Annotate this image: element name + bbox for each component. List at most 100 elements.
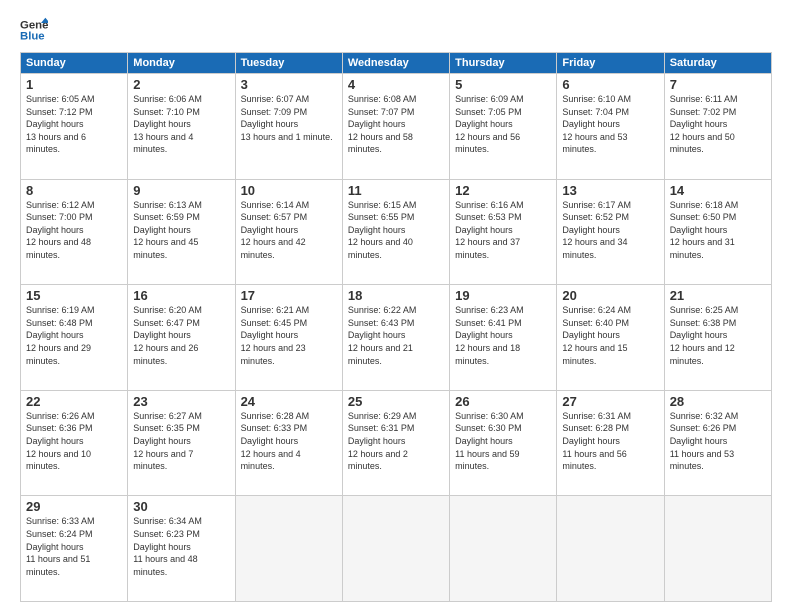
- day-info: Sunrise: 6:07 AMSunset: 7:09 PMDaylight …: [241, 93, 337, 143]
- calendar-day: 26 Sunrise: 6:30 AMSunset: 6:30 PMDaylig…: [450, 390, 557, 496]
- day-number: 14: [670, 183, 766, 198]
- calendar-week-2: 8 Sunrise: 6:12 AMSunset: 7:00 PMDayligh…: [21, 179, 772, 285]
- day-number: 26: [455, 394, 551, 409]
- day-info: Sunrise: 6:18 AMSunset: 6:50 PMDaylight …: [670, 199, 766, 262]
- day-info: Sunrise: 6:17 AMSunset: 6:52 PMDaylight …: [562, 199, 658, 262]
- day-info: Sunrise: 6:19 AMSunset: 6:48 PMDaylight …: [26, 304, 122, 367]
- day-number: 15: [26, 288, 122, 303]
- day-number: 3: [241, 77, 337, 92]
- day-number: 1: [26, 77, 122, 92]
- calendar-day: 15 Sunrise: 6:19 AMSunset: 6:48 PMDaylig…: [21, 285, 128, 391]
- day-number: 17: [241, 288, 337, 303]
- calendar-day: 12 Sunrise: 6:16 AMSunset: 6:53 PMDaylig…: [450, 179, 557, 285]
- calendar-header-sunday: Sunday: [21, 53, 128, 74]
- calendar-week-3: 15 Sunrise: 6:19 AMSunset: 6:48 PMDaylig…: [21, 285, 772, 391]
- calendar-day: 21 Sunrise: 6:25 AMSunset: 6:38 PMDaylig…: [664, 285, 771, 391]
- day-info: Sunrise: 6:16 AMSunset: 6:53 PMDaylight …: [455, 199, 551, 262]
- calendar-day: [557, 496, 664, 602]
- calendar-header-thursday: Thursday: [450, 53, 557, 74]
- day-number: 12: [455, 183, 551, 198]
- calendar-day: 6 Sunrise: 6:10 AMSunset: 7:04 PMDayligh…: [557, 74, 664, 180]
- day-info: Sunrise: 6:23 AMSunset: 6:41 PMDaylight …: [455, 304, 551, 367]
- calendar-day: 4 Sunrise: 6:08 AMSunset: 7:07 PMDayligh…: [342, 74, 449, 180]
- calendar-day: [342, 496, 449, 602]
- day-number: 20: [562, 288, 658, 303]
- calendar-header-tuesday: Tuesday: [235, 53, 342, 74]
- day-info: Sunrise: 6:08 AMSunset: 7:07 PMDaylight …: [348, 93, 444, 156]
- day-info: Sunrise: 6:14 AMSunset: 6:57 PMDaylight …: [241, 199, 337, 262]
- calendar-day: 9 Sunrise: 6:13 AMSunset: 6:59 PMDayligh…: [128, 179, 235, 285]
- calendar-day: 30 Sunrise: 6:34 AMSunset: 6:23 PMDaylig…: [128, 496, 235, 602]
- calendar-header-monday: Monday: [128, 53, 235, 74]
- calendar-header-saturday: Saturday: [664, 53, 771, 74]
- day-number: 29: [26, 499, 122, 514]
- day-info: Sunrise: 6:34 AMSunset: 6:23 PMDaylight …: [133, 515, 229, 578]
- day-info: Sunrise: 6:29 AMSunset: 6:31 PMDaylight …: [348, 410, 444, 473]
- calendar-day: 22 Sunrise: 6:26 AMSunset: 6:36 PMDaylig…: [21, 390, 128, 496]
- calendar-day: 3 Sunrise: 6:07 AMSunset: 7:09 PMDayligh…: [235, 74, 342, 180]
- calendar-day: 17 Sunrise: 6:21 AMSunset: 6:45 PMDaylig…: [235, 285, 342, 391]
- calendar-day: 10 Sunrise: 6:14 AMSunset: 6:57 PMDaylig…: [235, 179, 342, 285]
- calendar-day: 2 Sunrise: 6:06 AMSunset: 7:10 PMDayligh…: [128, 74, 235, 180]
- day-number: 24: [241, 394, 337, 409]
- day-number: 2: [133, 77, 229, 92]
- day-info: Sunrise: 6:05 AMSunset: 7:12 PMDaylight …: [26, 93, 122, 156]
- day-number: 21: [670, 288, 766, 303]
- day-info: Sunrise: 6:15 AMSunset: 6:55 PMDaylight …: [348, 199, 444, 262]
- calendar-day: 11 Sunrise: 6:15 AMSunset: 6:55 PMDaylig…: [342, 179, 449, 285]
- calendar-day: 14 Sunrise: 6:18 AMSunset: 6:50 PMDaylig…: [664, 179, 771, 285]
- calendar-day: 5 Sunrise: 6:09 AMSunset: 7:05 PMDayligh…: [450, 74, 557, 180]
- day-number: 8: [26, 183, 122, 198]
- day-number: 25: [348, 394, 444, 409]
- calendar-day: 24 Sunrise: 6:28 AMSunset: 6:33 PMDaylig…: [235, 390, 342, 496]
- day-number: 23: [133, 394, 229, 409]
- day-info: Sunrise: 6:31 AMSunset: 6:28 PMDaylight …: [562, 410, 658, 473]
- calendar-header-row: SundayMondayTuesdayWednesdayThursdayFrid…: [21, 53, 772, 74]
- calendar-day: 25 Sunrise: 6:29 AMSunset: 6:31 PMDaylig…: [342, 390, 449, 496]
- calendar-day: 13 Sunrise: 6:17 AMSunset: 6:52 PMDaylig…: [557, 179, 664, 285]
- day-info: Sunrise: 6:13 AMSunset: 6:59 PMDaylight …: [133, 199, 229, 262]
- day-number: 10: [241, 183, 337, 198]
- day-info: Sunrise: 6:24 AMSunset: 6:40 PMDaylight …: [562, 304, 658, 367]
- calendar-day: 7 Sunrise: 6:11 AMSunset: 7:02 PMDayligh…: [664, 74, 771, 180]
- day-number: 6: [562, 77, 658, 92]
- day-info: Sunrise: 6:26 AMSunset: 6:36 PMDaylight …: [26, 410, 122, 473]
- day-info: Sunrise: 6:06 AMSunset: 7:10 PMDaylight …: [133, 93, 229, 156]
- day-info: Sunrise: 6:11 AMSunset: 7:02 PMDaylight …: [670, 93, 766, 156]
- calendar-week-4: 22 Sunrise: 6:26 AMSunset: 6:36 PMDaylig…: [21, 390, 772, 496]
- calendar-week-5: 29 Sunrise: 6:33 AMSunset: 6:24 PMDaylig…: [21, 496, 772, 602]
- calendar-day: 20 Sunrise: 6:24 AMSunset: 6:40 PMDaylig…: [557, 285, 664, 391]
- day-info: Sunrise: 6:30 AMSunset: 6:30 PMDaylight …: [455, 410, 551, 473]
- day-number: 19: [455, 288, 551, 303]
- day-number: 9: [133, 183, 229, 198]
- day-info: Sunrise: 6:28 AMSunset: 6:33 PMDaylight …: [241, 410, 337, 473]
- day-number: 28: [670, 394, 766, 409]
- day-info: Sunrise: 6:21 AMSunset: 6:45 PMDaylight …: [241, 304, 337, 367]
- day-info: Sunrise: 6:33 AMSunset: 6:24 PMDaylight …: [26, 515, 122, 578]
- calendar-day: 8 Sunrise: 6:12 AMSunset: 7:00 PMDayligh…: [21, 179, 128, 285]
- day-number: 22: [26, 394, 122, 409]
- logo-icon: General Blue: [20, 16, 48, 44]
- svg-text:Blue: Blue: [20, 31, 45, 43]
- calendar-table: SundayMondayTuesdayWednesdayThursdayFrid…: [20, 52, 772, 602]
- day-number: 5: [455, 77, 551, 92]
- calendar-day: 29 Sunrise: 6:33 AMSunset: 6:24 PMDaylig…: [21, 496, 128, 602]
- calendar-day: 18 Sunrise: 6:22 AMSunset: 6:43 PMDaylig…: [342, 285, 449, 391]
- day-number: 27: [562, 394, 658, 409]
- logo: General Blue: [20, 16, 52, 44]
- calendar-header-wednesday: Wednesday: [342, 53, 449, 74]
- calendar-day: [450, 496, 557, 602]
- day-info: Sunrise: 6:09 AMSunset: 7:05 PMDaylight …: [455, 93, 551, 156]
- day-info: Sunrise: 6:25 AMSunset: 6:38 PMDaylight …: [670, 304, 766, 367]
- calendar-day: 1 Sunrise: 6:05 AMSunset: 7:12 PMDayligh…: [21, 74, 128, 180]
- calendar-day: 27 Sunrise: 6:31 AMSunset: 6:28 PMDaylig…: [557, 390, 664, 496]
- calendar-header-friday: Friday: [557, 53, 664, 74]
- day-info: Sunrise: 6:27 AMSunset: 6:35 PMDaylight …: [133, 410, 229, 473]
- day-info: Sunrise: 6:12 AMSunset: 7:00 PMDaylight …: [26, 199, 122, 262]
- calendar-day: 19 Sunrise: 6:23 AMSunset: 6:41 PMDaylig…: [450, 285, 557, 391]
- day-number: 30: [133, 499, 229, 514]
- day-number: 7: [670, 77, 766, 92]
- calendar-day: [235, 496, 342, 602]
- calendar-day: 16 Sunrise: 6:20 AMSunset: 6:47 PMDaylig…: [128, 285, 235, 391]
- day-info: Sunrise: 6:22 AMSunset: 6:43 PMDaylight …: [348, 304, 444, 367]
